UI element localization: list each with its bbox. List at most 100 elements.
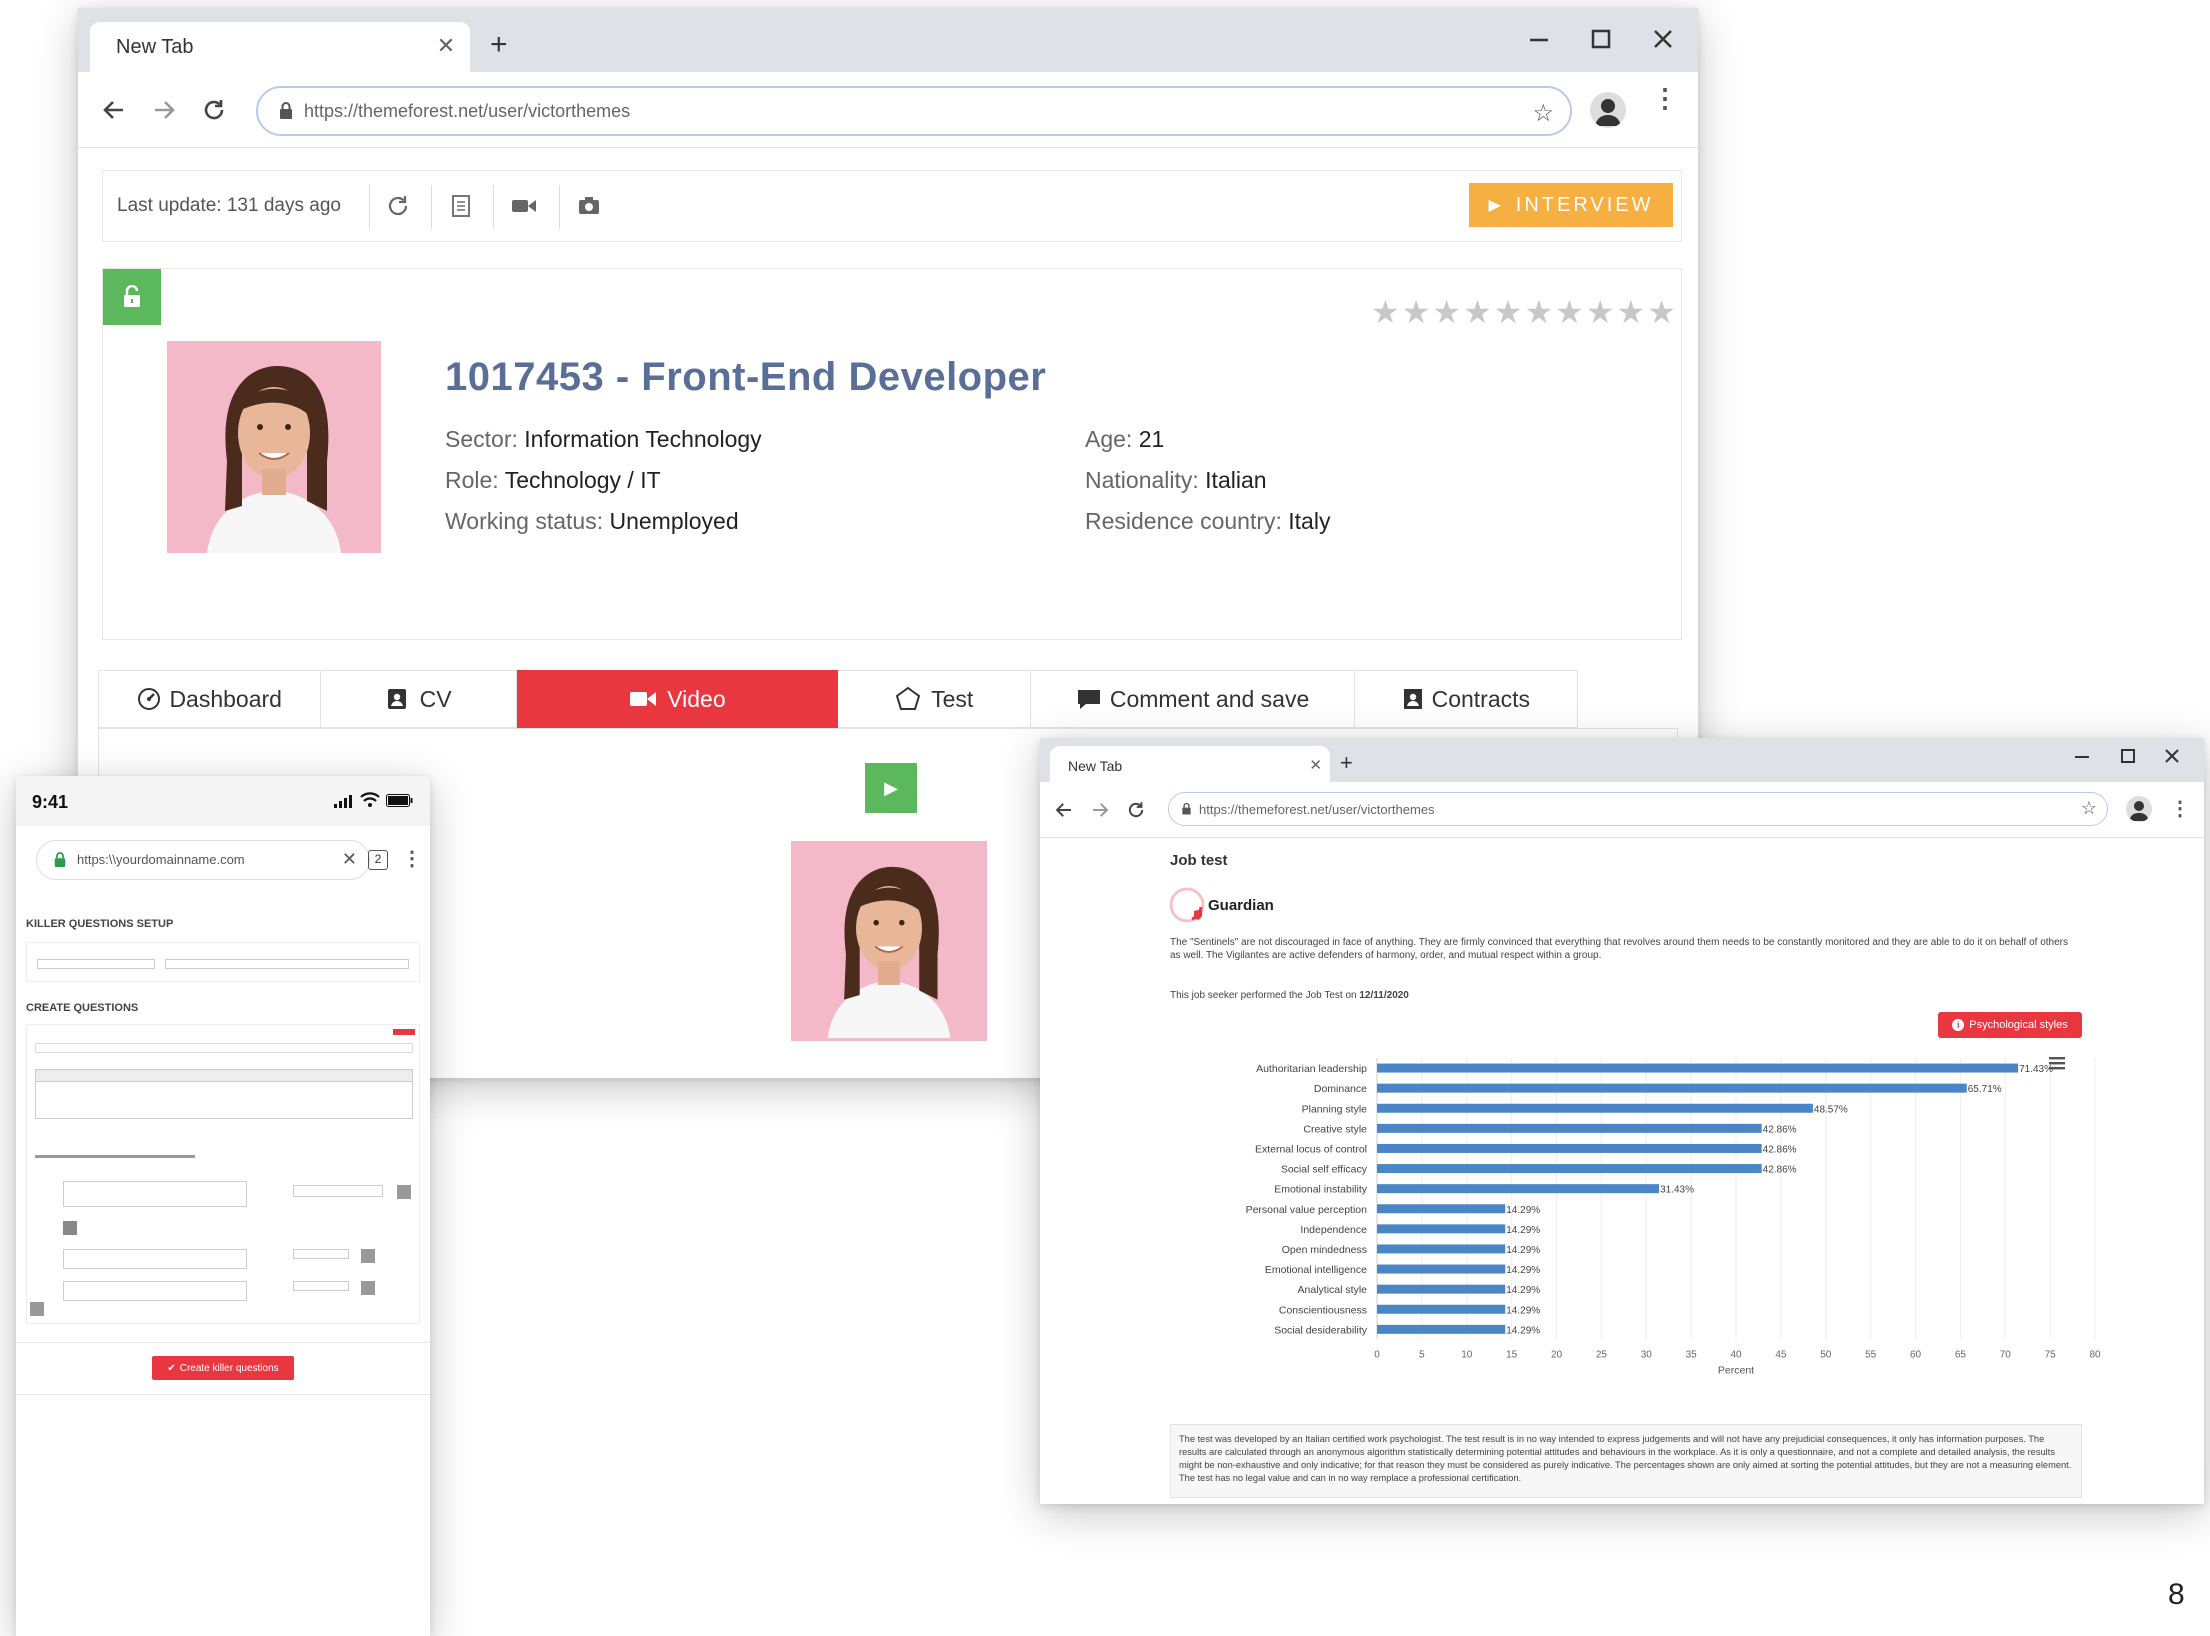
close-window-icon[interactable] [1648,24,1678,54]
refresh-icon[interactable] [385,193,411,224]
mobile-checkbox[interactable] [63,1221,77,1235]
x-tick-label: 75 [2045,1349,2057,1360]
x-tick-label: 35 [1686,1349,1698,1360]
mobile-divider [16,1394,430,1395]
tab-contracts[interactable]: Contracts [1354,670,1578,728]
rating-star-icon[interactable]: ★ [1402,294,1433,330]
test-close-tab-icon[interactable]: ✕ [1309,756,1322,774]
video-thumbnail[interactable] [791,841,987,1041]
rating-star-icon[interactable]: ★ [1463,294,1494,330]
address-bar[interactable]: https://themeforest.net/user/victortheme… [256,86,1572,136]
data-label: 14.29% [1506,1265,1540,1276]
test-browser-tab[interactable]: New Tab ✕ [1050,746,1330,784]
mobile-select[interactable] [293,1249,349,1259]
test-icon [895,686,921,710]
rating-star-icon[interactable]: ★ [1617,294,1648,330]
interview-button[interactable]: ▶ INTERVIEW [1469,183,1673,227]
browser-tab[interactable]: New Tab ✕ [90,22,470,74]
test-forward-icon[interactable] [1090,800,1110,825]
tab-video[interactable]: Video [516,670,838,728]
mobile-answer-input[interactable] [63,1249,247,1269]
mobile-add-icon[interactable] [397,1185,411,1199]
mobile-question-input[interactable] [35,1043,413,1053]
test-new-tab-icon[interactable]: + [1340,750,1353,776]
test-profile-avatar-icon[interactable] [2126,796,2152,822]
rating-star-icon[interactable]: ★ [1371,294,1402,330]
mobile-form-select[interactable] [165,959,409,969]
mobile-delete-chip[interactable] [393,1029,415,1035]
mobile-editor[interactable] [35,1069,413,1119]
guardian-label: Guardian [1208,896,1274,914]
mobile-answer-input[interactable] [63,1181,247,1207]
maximize-icon[interactable] [1586,24,1616,54]
mobile-add-question-icon[interactable] [30,1302,44,1316]
unlock-icon [124,285,140,307]
tab-comment-and-save[interactable]: Comment and save [1031,670,1355,728]
bar [1377,1164,1762,1174]
rating-star-icon[interactable]: ★ [1555,294,1586,330]
test-close-window-icon[interactable] [2164,748,2180,764]
rating-stars[interactable]: ★★★★★★★★★★ [1371,293,1678,331]
test-minimize-icon[interactable] [2074,748,2090,764]
tab-cv[interactable]: CV [321,670,517,728]
field-sector: Sector: Information Technology [445,426,762,452]
mobile-add-icon[interactable] [361,1281,375,1295]
category-label: Open mindedness [1282,1244,1367,1256]
forward-icon[interactable] [148,94,180,126]
mobile-add-icon[interactable] [361,1249,375,1263]
data-label: 14.29% [1506,1205,1540,1216]
bar [1377,1224,1506,1234]
video-icon [630,692,657,706]
mobile-menu-icon[interactable]: ⋮ [402,846,422,871]
rating-star-icon[interactable]: ★ [1647,294,1678,330]
back-icon[interactable] [98,94,130,126]
profile-fields-right: Age: 21 Nationality: Italian Residence c… [1085,419,1330,542]
mobile-answer-input[interactable] [63,1281,247,1301]
mobile-address-bar[interactable]: https:\\yourdomainname.com ✕ [36,840,370,880]
test-browser-menu-icon[interactable]: ⋮ [2170,796,2190,821]
browser-menu-icon[interactable]: ⋮ [1652,85,1678,111]
chart-menu-icon[interactable] [2049,1056,2065,1075]
rating-star-icon[interactable]: ★ [1494,294,1525,330]
video-play-button[interactable]: ▶ [865,763,917,813]
mobile-select[interactable] [293,1185,383,1197]
reload-icon[interactable] [198,94,230,126]
test-bookmark-star-icon[interactable]: ☆ [2081,798,2097,819]
data-label: 14.29% [1506,1285,1540,1296]
test-reload-icon[interactable] [1126,800,1146,825]
data-label: 42.86% [1763,1144,1797,1155]
field-age: Age: 21 [1085,426,1165,452]
data-label: 65.71% [1968,1084,2002,1095]
tab-title: New Tab [116,36,194,58]
mobile-select[interactable] [293,1281,349,1291]
new-tab-icon[interactable]: + [490,28,508,62]
tab-dashboard[interactable]: Dashboard [98,670,322,728]
bookmark-star-icon[interactable]: ☆ [1532,99,1554,128]
camera-icon[interactable] [577,195,601,222]
comment-icon [1077,690,1100,709]
psychological-styles-button[interactable]: i Psychological styles [1938,1012,2082,1038]
profile-avatar-icon[interactable] [1590,92,1626,128]
x-tick-label: 80 [2089,1349,2100,1360]
close-tab-icon[interactable]: ✕ [434,33,458,58]
signal-icon [334,794,354,813]
video-camera-icon[interactable] [511,197,537,220]
document-icon[interactable] [449,193,473,224]
mobile-form-input[interactable] [37,959,155,969]
unlock-badge[interactable] [103,269,161,325]
rating-star-icon[interactable]: ★ [1524,294,1555,330]
minimize-icon[interactable] [1524,24,1554,54]
mobile-tab-count[interactable]: 2 [368,850,388,870]
rating-star-icon[interactable]: ★ [1432,294,1463,330]
test-maximize-icon[interactable] [2120,748,2136,764]
toolbar-divider [559,185,560,229]
test-address-bar[interactable]: https://themeforest.net/user/victortheme… [1168,792,2108,826]
toolbar-divider [493,185,494,229]
tab-test[interactable]: Test [838,670,1032,728]
category-label: Emotional intelligence [1265,1264,1367,1276]
rating-star-icon[interactable]: ★ [1586,294,1617,330]
data-label: 14.29% [1506,1245,1540,1256]
create-killer-questions-button[interactable]: ✔ Create killer questions [152,1356,294,1380]
mobile-clear-icon[interactable]: ✕ [342,849,357,870]
test-back-icon[interactable] [1054,800,1074,825]
